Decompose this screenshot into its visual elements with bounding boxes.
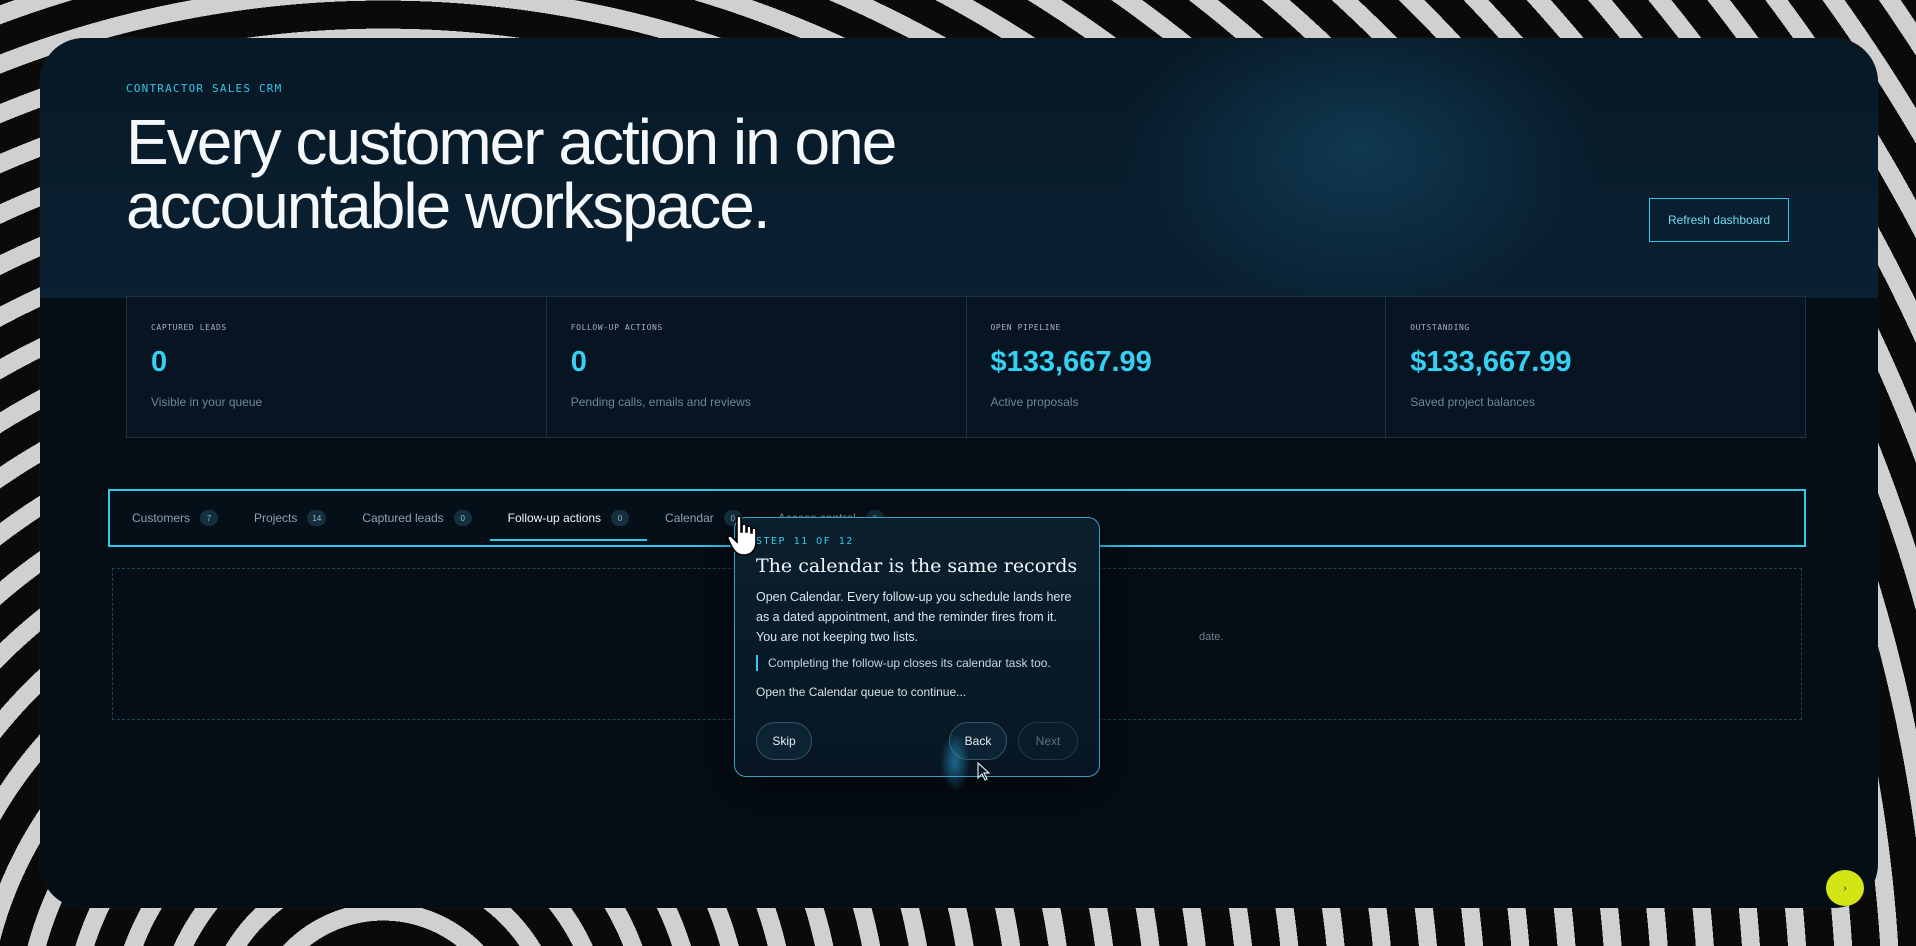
stat-value: $133,667.99 (990, 346, 1152, 378)
tab-count-badge: 14 (307, 510, 327, 526)
stat-open-pipeline: OPEN PIPELINE $133,667.99 Active proposa… (967, 297, 1387, 437)
stat-label: FOLLOW-UP ACTIONS (570, 323, 663, 332)
tab-label: Captured leads (362, 511, 444, 525)
tour-body: Open Calendar. Every follow-up you sched… (756, 590, 1072, 644)
stat-follow-up-actions: FOLLOW-UP ACTIONS 0 Pending calls, email… (547, 297, 967, 437)
tab-count-badge: 0 (611, 510, 630, 526)
tab-customers[interactable]: Customers 7 (114, 491, 236, 545)
stat-value: 0 (151, 346, 168, 378)
app-eyebrow: CONTRACTOR SALES CRM (126, 82, 283, 95)
tab-label: Projects (254, 511, 298, 525)
stat-label: CAPTURED LEADS (151, 323, 227, 332)
stat-subtext: Saved project balances (1410, 395, 1535, 409)
tab-count-badge: 0 (453, 510, 472, 526)
tab-label: Calendar (665, 511, 714, 525)
tour-cta: Open the Calendar queue to continue... (756, 685, 967, 699)
empty-state-text-end: date. (1199, 631, 1224, 643)
arrow-cursor-icon (977, 762, 990, 781)
tour-skip-button[interactable]: Skip (756, 722, 812, 760)
stats-panel: CAPTURED LEADS 0 Visible in your queue F… (126, 296, 1806, 438)
stat-value: $133,667.99 (1410, 346, 1572, 378)
help-fab-button[interactable]: › (1826, 870, 1864, 906)
tab-label: Customers (132, 511, 191, 525)
tab-projects[interactable]: Projects 14 (236, 491, 344, 545)
stat-subtext: Pending calls, emails and reviews (570, 395, 751, 409)
stat-captured-leads: CAPTURED LEADS 0 Visible in your queue (127, 297, 547, 437)
tab-count-badge: 7 (200, 510, 219, 526)
tour-step-indicator: STEP 11 OF 12 (756, 536, 854, 547)
page-title: Every customer action in one accountable… (126, 106, 897, 242)
tab-follow-up-actions[interactable]: Follow-up actions 0 (489, 491, 648, 545)
chevron-right-icon: › (1843, 882, 1847, 894)
refresh-dashboard-button[interactable]: Refresh dashboard (1649, 198, 1789, 242)
stat-value: 0 (570, 346, 587, 378)
tour-title: The calendar is the same records (756, 555, 1078, 577)
stat-subtext: Active proposals (990, 395, 1079, 409)
hand-cursor-icon (727, 515, 757, 556)
stat-label: OUTSTANDING (1410, 323, 1470, 332)
tour-next-button[interactable]: Next (1018, 722, 1078, 760)
tour-popover: STEP 11 OF 12 The calendar is the same r… (734, 517, 1100, 777)
stat-outstanding: OUTSTANDING $133,667.99 Saved project ba… (1386, 297, 1805, 437)
tour-note: Completing the follow-up closes its cale… (756, 655, 1078, 671)
cursor-glow (940, 732, 970, 792)
stat-subtext: Visible in your queue (151, 395, 263, 409)
tab-label: Follow-up actions (507, 511, 602, 525)
stat-label: OPEN PIPELINE (990, 323, 1061, 332)
tab-captured-leads[interactable]: Captured leads 0 (344, 491, 489, 545)
